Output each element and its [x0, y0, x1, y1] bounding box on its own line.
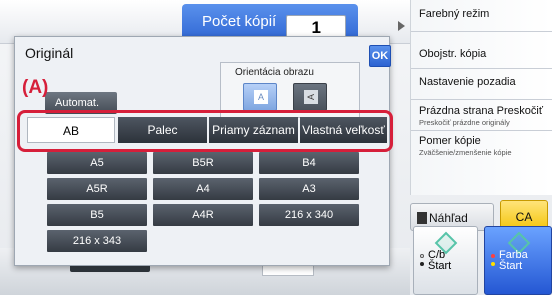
bw-start-button[interactable]: C/b Štart: [413, 226, 478, 295]
dialog-title: Originál: [25, 45, 74, 61]
menu-copy-ratio-label: Pomer kópie: [419, 135, 481, 147]
annotation-label: (A): [22, 77, 49, 98]
size-button[interactable]: B5R: [153, 152, 253, 174]
size-button[interactable]: A5: [47, 152, 147, 174]
menu-duplex-copy-label: Obojstr. kópia: [419, 48, 487, 60]
color-dot-red-icon: [491, 254, 495, 258]
size-button[interactable]: A4R: [153, 204, 253, 226]
size-button[interactable]: 216 x 343: [47, 230, 147, 252]
tab-ab[interactable]: AB: [27, 117, 115, 143]
landscape-icon: A: [304, 90, 318, 104]
menu-copy-ratio[interactable]: Pomer kópie Zväčšenie/zmenšenie kópie: [411, 132, 552, 162]
tab-direct-entry[interactable]: Priamy záznam: [209, 117, 298, 143]
menu-background-setting[interactable]: Nastavenie pozadia: [411, 70, 552, 100]
portrait-icon: A: [254, 90, 268, 104]
ok-button[interactable]: OK: [369, 45, 391, 67]
menu-copy-ratio-sub: Zväčšenie/zmenšenie kópie: [419, 148, 512, 157]
size-button[interactable]: B4: [259, 152, 359, 174]
size-button[interactable]: A5R: [47, 178, 147, 200]
orientation-landscape-button[interactable]: A: [293, 83, 327, 111]
menu-duplex-copy[interactable]: Obojstr. kópia: [411, 39, 552, 69]
size-button[interactable]: 216 x 340: [259, 204, 359, 226]
bw-start-label: C/b Štart: [428, 249, 452, 272]
size-button[interactable]: A4: [153, 178, 253, 200]
right-panel: Farebný režim Obojstr. kópia Nastavenie …: [410, 0, 552, 195]
expand-arrow-icon[interactable]: [398, 21, 405, 31]
menu-blank-page-skip-sub: Preskočiť prázdne originály: [419, 118, 510, 127]
menu-background-setting-label: Nastavenie pozadia: [419, 76, 516, 88]
preview-label: Náhľad: [429, 211, 468, 225]
menu-blank-page-skip[interactable]: Prázdna strana Preskočiť Preskočiť prázd…: [411, 101, 552, 131]
orientation-portrait-button[interactable]: A: [243, 83, 277, 111]
color-start-label: Farba Štart: [499, 249, 528, 272]
size-button[interactable]: B5: [47, 204, 147, 226]
bw-dot-filled-icon: [420, 262, 424, 266]
bw-dot-icon: [420, 254, 424, 258]
menu-color-mode[interactable]: Farebný režim: [411, 2, 552, 32]
color-dot-yellow-icon: [491, 262, 495, 266]
color-start-button[interactable]: Farba Štart: [484, 226, 552, 295]
orientation-label: Orientácia obrazu: [235, 67, 314, 78]
menu-blank-page-skip-label: Prázdna strana Preskočiť: [419, 105, 543, 117]
menu-color-mode-label: Farebný režim: [419, 8, 490, 20]
tab-custom-size[interactable]: Vlastná veľkosť: [300, 117, 387, 143]
preview-icon: [417, 212, 427, 224]
tab-inch[interactable]: Palec: [118, 117, 207, 143]
copies-label: Počet kópií: [202, 13, 277, 30]
size-button[interactable]: A3: [259, 178, 359, 200]
